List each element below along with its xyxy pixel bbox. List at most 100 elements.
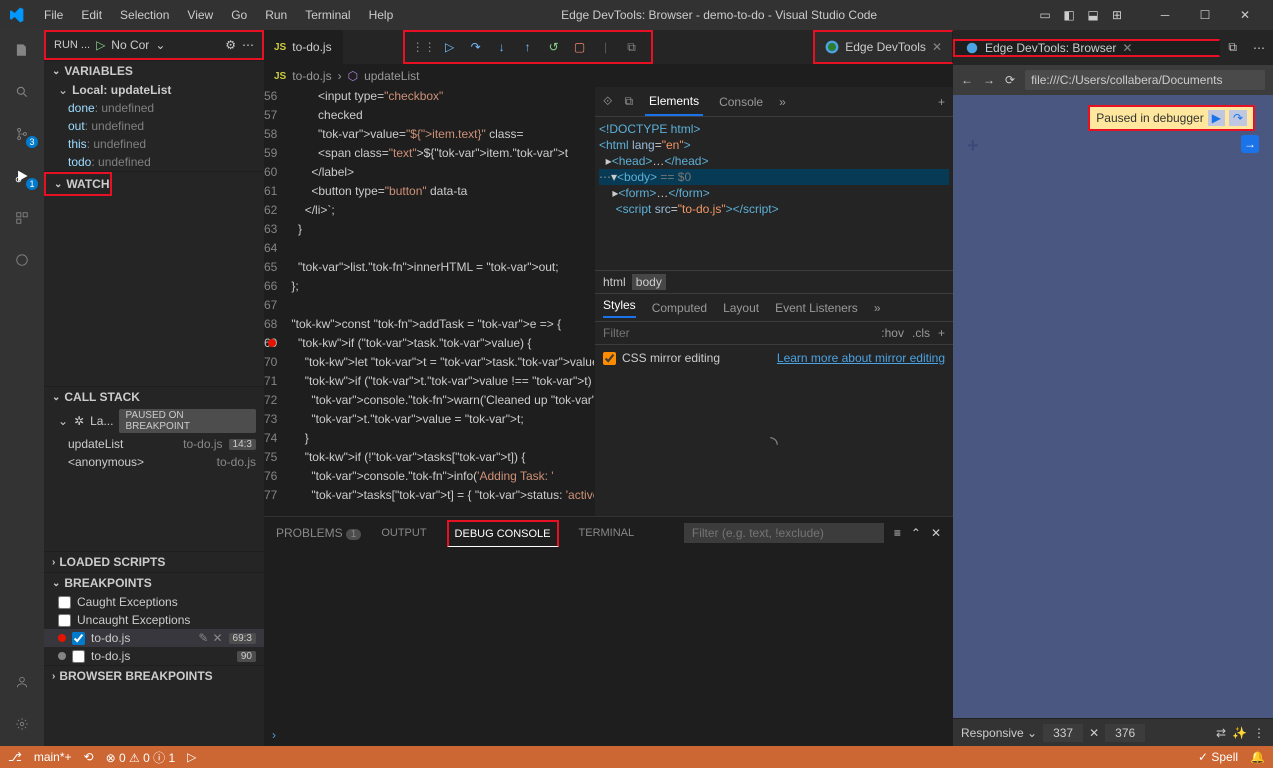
back-button[interactable]: ← (961, 73, 973, 87)
remote-icon[interactable]: ⎇ (8, 750, 22, 764)
layout-panel-icon[interactable]: ▭ (1037, 7, 1053, 23)
add-button[interactable]: + (967, 135, 979, 158)
callstack-thread[interactable]: ⌄✲La... PAUSED ON BREAKPOINT (44, 407, 264, 435)
loaded-scripts-header[interactable]: ›LOADED SCRIPTS (44, 552, 264, 572)
edit-icon[interactable]: ✎ (198, 631, 208, 645)
restart-button[interactable]: ↺ (545, 38, 563, 56)
stop-button[interactable]: ▢ (571, 38, 589, 56)
styles-tab[interactable]: Styles (603, 298, 636, 318)
forward-button[interactable]: → (983, 73, 995, 87)
menu-run[interactable]: Run (257, 4, 295, 26)
remove-icon[interactable]: ✕ (212, 631, 222, 645)
callstack-frame[interactable]: <anonymous> to-do.js (44, 453, 264, 471)
console-tab[interactable]: Console (715, 89, 767, 115)
drag-handle-icon[interactable]: ⋮⋮ (415, 38, 433, 56)
continue-button[interactable]: ▷ (441, 38, 459, 56)
step-out-button[interactable]: ↑ (519, 38, 537, 56)
breakpoint-item[interactable]: to-do.js ✎✕ 69:3 (44, 629, 264, 647)
layout-sidebar-icon[interactable]: ◧ (1061, 7, 1077, 23)
responsive-dropdown[interactable]: Responsive ⌄ (961, 726, 1037, 740)
cls-toggle[interactable]: .cls (912, 326, 930, 340)
select-element-icon[interactable]: ⟐ (603, 94, 612, 109)
collapse-icon[interactable]: ⌃ (911, 526, 921, 540)
close-icon[interactable]: ✕ (1122, 41, 1132, 55)
dom-breadcrumb[interactable]: html body (595, 270, 953, 293)
settings-icon[interactable] (10, 712, 34, 736)
layout-bottom-icon[interactable]: ⬓ (1085, 7, 1101, 23)
breakpoints-header[interactable]: ⌄BREAKPOINTS (44, 573, 264, 593)
debug-console-tab[interactable]: DEBUG CONSOLE (447, 520, 559, 547)
step-button[interactable]: ↷ (1229, 110, 1247, 126)
account-icon[interactable] (10, 670, 34, 694)
menu-view[interactable]: View (179, 4, 221, 26)
height-input[interactable] (1105, 724, 1145, 742)
variables-scope[interactable]: ⌄Local: updateList (44, 81, 264, 99)
more-icon[interactable]: ⋮ (1253, 726, 1265, 740)
reload-button[interactable]: ⟳ (1005, 73, 1015, 87)
extensions-icon[interactable] (10, 206, 34, 230)
close-panel-icon[interactable]: ✕ (931, 526, 941, 540)
new-rule-icon[interactable]: + (938, 326, 945, 340)
submit-button[interactable]: → (1241, 135, 1259, 153)
more-icon[interactable]: ⋯ (1245, 41, 1273, 55)
variables-header[interactable]: ⌄VARIABLES (44, 61, 264, 81)
errors-count[interactable]: ⊗ 0 ⚠ 0 ⓘ 1 (106, 749, 176, 766)
problems-tab[interactable]: PROBLEMS 1 (276, 520, 361, 546)
breadcrumb[interactable]: JS to-do.js › ⬡ updateList (264, 65, 953, 87)
debug-config-name[interactable]: No Cor (111, 38, 149, 52)
terminal-tab[interactable]: TERMINAL (579, 521, 635, 545)
more-tabs-icon[interactable]: » (779, 95, 786, 109)
editor-tab-todo[interactable]: JS to-do.js (264, 30, 343, 64)
mirror-link[interactable]: Learn more about mirror editing (777, 351, 945, 365)
spell-check[interactable]: ✓ Spell (1198, 750, 1238, 764)
run-debug-icon[interactable]: 1 (10, 164, 34, 188)
menu-file[interactable]: File (36, 4, 71, 26)
start-debug-button[interactable]: ▷ (96, 38, 105, 52)
menu-help[interactable]: Help (361, 4, 402, 26)
more-icon[interactable]: ⋯ (242, 38, 254, 52)
sync-icon[interactable]: ⟲ (84, 750, 94, 764)
device-toggle-icon[interactable]: ⧉ (624, 94, 633, 109)
source-control-icon[interactable]: 3 (10, 122, 34, 146)
close-icon[interactable]: ✕ (932, 40, 942, 54)
filter-icon[interactable]: ≡ (894, 526, 901, 540)
mirror-checkbox[interactable] (603, 352, 616, 365)
callstack-header[interactable]: ⌄CALL STACK (44, 387, 264, 407)
menu-terminal[interactable]: Terminal (297, 4, 358, 26)
gear-icon[interactable]: ⚙ (225, 38, 236, 52)
menu-go[interactable]: Go (223, 4, 255, 26)
output-tab[interactable]: OUTPUT (381, 521, 426, 545)
split-editor-icon[interactable]: ⧉ (1220, 40, 1245, 55)
watch-header[interactable]: ⌄WATCH (44, 172, 112, 196)
elements-tab[interactable]: Elements (645, 88, 703, 116)
explorer-icon[interactable] (10, 38, 34, 62)
layout-grid-icon[interactable]: ⊞ (1109, 7, 1125, 23)
menu-selection[interactable]: Selection (112, 4, 177, 26)
maximize-button[interactable]: ☐ (1185, 4, 1225, 26)
uncaught-exceptions-checkbox[interactable]: Uncaught Exceptions (44, 611, 264, 629)
config-dropdown-icon[interactable]: ⌄ (155, 38, 165, 52)
close-button[interactable]: ✕ (1225, 4, 1265, 26)
inspect-button[interactable]: ⧉ (623, 38, 641, 56)
browser-breakpoints-header[interactable]: ›BROWSER BREAKPOINTS (44, 666, 264, 686)
debug-console-filter[interactable] (684, 523, 884, 543)
resume-button[interactable]: ▶ (1208, 110, 1225, 126)
devtools-tab[interactable]: Edge DevTools ✕ (813, 30, 953, 64)
step-over-button[interactable]: ↷ (467, 38, 485, 56)
computed-tab[interactable]: Computed (652, 301, 707, 315)
callstack-frame[interactable]: updateList to-do.js 14:3 (44, 435, 264, 453)
search-icon[interactable] (10, 80, 34, 104)
gutter[interactable]: 5657585960616263646566676869707172737475… (264, 87, 291, 516)
wand-icon[interactable]: ✨ (1232, 726, 1247, 740)
menu-edit[interactable]: Edit (73, 4, 110, 26)
hov-toggle[interactable]: :hov (881, 326, 904, 340)
browser-viewport[interactable]: Paused in debugger ▶ ↷ + → (953, 95, 1273, 718)
dom-tree[interactable]: <!DOCTYPE html> <html lang="en"> ▸<head>… (595, 117, 953, 270)
caught-exceptions-checkbox[interactable]: Caught Exceptions (44, 593, 264, 611)
layout-tab[interactable]: Layout (723, 301, 759, 315)
more-icon[interactable]: » (874, 301, 881, 315)
add-tab-icon[interactable]: + (938, 95, 945, 109)
breakpoint-item[interactable]: to-do.js 90 (44, 647, 264, 665)
debug-indicator[interactable]: ▷ (187, 750, 196, 764)
rotate-icon[interactable]: ⇄ (1216, 726, 1226, 740)
